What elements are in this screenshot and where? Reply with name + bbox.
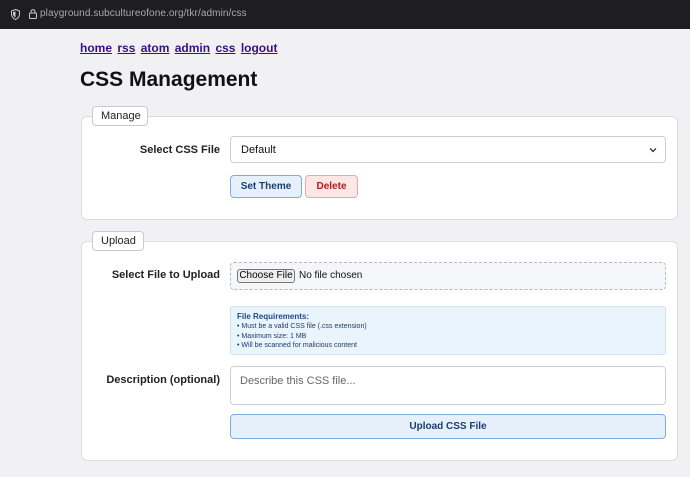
nav-link-logout[interactable]: logout	[241, 41, 278, 55]
requirement-item: • Must be a valid CSS file (.css extensi…	[237, 323, 367, 330]
manage-panel	[81, 116, 678, 220]
choose-file-button[interactable]: Choose File	[237, 269, 295, 283]
requirement-item: • Will be scanned for malicious content	[237, 342, 357, 349]
description-label: Description (optional)	[106, 374, 220, 386]
upload-legend: Upload	[92, 231, 144, 251]
css-file-select[interactable]: Default	[230, 136, 666, 163]
url-text[interactable]: playground.subcultureofone.org/tkr/admin…	[40, 8, 247, 19]
select-css-file-label: Select CSS File	[139, 144, 220, 156]
set-theme-button[interactable]: Set Theme	[230, 175, 302, 198]
file-drop-area[interactable]: Choose File No file chosen	[230, 262, 666, 290]
file-requirements-box: File Requirements: • Must be a valid CSS…	[230, 306, 666, 355]
shield-icon[interactable]	[11, 8, 20, 23]
nav-link-home[interactable]: home	[80, 41, 112, 55]
nav-link-atom[interactable]: atom	[141, 41, 170, 55]
delete-button[interactable]: Delete	[305, 175, 358, 198]
select-file-label: Select File to Upload	[111, 269, 220, 281]
file-requirements-title: File Requirements:	[237, 312, 310, 321]
manage-legend: Manage	[92, 106, 148, 126]
top-nav: home rss atom admin css logout	[80, 41, 279, 55]
css-file-select-value: Default	[241, 144, 276, 156]
nav-link-admin[interactable]: admin	[175, 41, 210, 55]
description-textarea[interactable]: Describe this CSS file...	[230, 366, 666, 405]
no-file-chosen-text: No file chosen	[299, 270, 363, 281]
url-path: /tkr/admin/css	[183, 8, 247, 19]
upload-css-file-button[interactable]: Upload CSS File	[230, 414, 666, 439]
nav-link-rss[interactable]: rss	[117, 41, 135, 55]
browser-address-bar[interactable]: playground.subcultureofone.org/tkr/admin…	[0, 0, 690, 29]
requirement-item: • Maximum size: 1 MB	[237, 332, 307, 340]
chevron-down-icon	[649, 145, 657, 156]
page-title: CSS Management	[80, 68, 258, 91]
nav-link-css[interactable]: css	[215, 41, 235, 55]
description-placeholder: Describe this CSS file...	[240, 375, 356, 387]
url-host: playground.subcultureofone.org	[40, 8, 184, 19]
lock-icon[interactable]	[29, 9, 37, 22]
